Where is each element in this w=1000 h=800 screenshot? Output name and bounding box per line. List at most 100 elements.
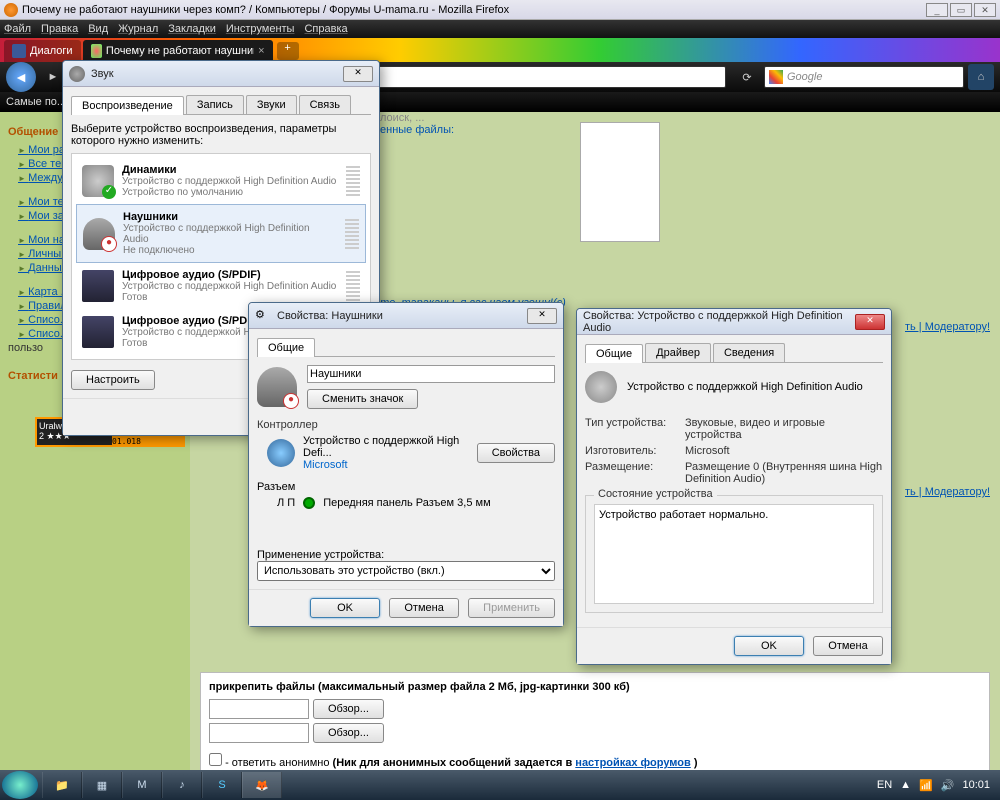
hp-titlebar[interactable]: ⚙ Свойства: Наушники ✕	[249, 303, 563, 329]
tab-general[interactable]: Общие	[585, 344, 643, 363]
file-input[interactable]	[209, 723, 309, 743]
tab-dialogs[interactable]: Диалоги	[4, 40, 81, 62]
menu-file[interactable]: Файл	[4, 23, 31, 35]
controller-vendor-link[interactable]: Microsoft	[303, 459, 469, 471]
menu-bookmarks[interactable]: Закладки	[168, 23, 216, 35]
dialog-title: Свойства: Устройство с поддержкой High D…	[583, 310, 855, 334]
change-icon-button[interactable]: Сменить значок	[307, 389, 418, 409]
tray-clock[interactable]: 10:01	[962, 779, 990, 791]
forum-settings-link[interactable]: настройках форумов	[575, 757, 690, 769]
tray-flag-icon[interactable]: ▲	[900, 779, 911, 791]
usage-label: Применение устройства:	[257, 549, 555, 561]
search-bar[interactable]: Google	[764, 66, 964, 88]
post-mod-links: ть | Модератору!	[899, 321, 990, 333]
jack-label: Передняя панель Разъем 3,5 мм	[323, 497, 490, 509]
dev-status: Устройство по умолчанию	[122, 187, 338, 198]
ok-button[interactable]: OK	[734, 636, 804, 656]
start-button[interactable]	[2, 771, 38, 799]
close-window-button[interactable]: ✕	[974, 3, 996, 17]
firefox-menubar[interactable]: Файл Правка Вид Журнал Закладки Инструме…	[0, 20, 1000, 38]
menu-history[interactable]: Журнал	[118, 23, 158, 35]
ok-button[interactable]: OK	[310, 598, 380, 618]
speaker-icon	[82, 165, 114, 197]
taskbar-skype[interactable]: S	[202, 772, 242, 798]
search-hint: лоиск, ...	[380, 112, 990, 124]
tab-details[interactable]: Сведения	[713, 343, 785, 362]
tab-umama[interactable]: Почему не работают наушники че... ×	[83, 40, 273, 62]
close-button[interactable]: ✕	[527, 308, 557, 324]
connector-label: Разъем	[257, 481, 555, 493]
loc-label: Размещение:	[585, 461, 685, 485]
device-speakers[interactable]: Динамики Устройство с поддержкой High De…	[76, 158, 366, 204]
dialog-title: Свойства: Наушники	[277, 310, 527, 322]
tab-driver[interactable]: Драйвер	[645, 343, 711, 362]
windows-taskbar: 📁 ▦ M ♪ S 🦊 EN ▲ 📶 🔊 10:01	[0, 770, 1000, 800]
controller-icon	[267, 439, 295, 467]
tray-network-icon[interactable]: 📶	[919, 779, 933, 792]
props-icon: ⚙	[255, 308, 271, 324]
sound-titlebar[interactable]: Звук ✕	[63, 61, 379, 87]
minimize-button[interactable]: _	[926, 3, 948, 17]
controller-label: Контроллер	[257, 419, 555, 431]
cancel-button[interactable]: Отмена	[813, 636, 883, 656]
device-icon	[585, 371, 617, 403]
controller-name: Устройство с поддержкой High Defi...	[303, 435, 469, 459]
type-value: Звуковые, видео и игровые устройства	[685, 417, 883, 441]
menu-view[interactable]: Вид	[88, 23, 108, 35]
attach-area: прикрепить файлы (максимальный размер фа…	[200, 672, 990, 770]
dev-name: Цифровое аудио (S/PDIF)	[122, 269, 261, 281]
tray-volume-icon[interactable]: 🔊	[941, 779, 955, 792]
taskbar-app[interactable]: M	[122, 772, 162, 798]
new-tab-button[interactable]: +	[277, 42, 299, 60]
taskbar-app[interactable]: ▦	[82, 772, 122, 798]
tray-lang[interactable]: EN	[877, 779, 892, 791]
mod-link[interactable]: ть | Модератору!	[905, 486, 990, 498]
browse-button[interactable]: Обзор...	[313, 723, 384, 743]
tab-label: Почему не работают наушники че...	[106, 45, 254, 57]
taskbar-explorer[interactable]: 📁	[42, 772, 82, 798]
menu-help[interactable]: Справка	[304, 23, 347, 35]
back-button[interactable]: ◄	[6, 62, 36, 92]
attachment-thumbnail[interactable]	[580, 122, 660, 242]
home-button[interactable]: ⌂	[968, 64, 994, 90]
cancel-button[interactable]: Отмена	[389, 598, 459, 618]
attached-label: енные файлы:	[380, 124, 990, 136]
tab-playback[interactable]: Воспроизведение	[71, 96, 184, 115]
reload-button[interactable]: ⟳	[734, 64, 760, 90]
anon-checkbox[interactable]	[209, 753, 222, 766]
dev-desc: Устройство с поддержкой High Definition …	[122, 176, 338, 187]
taskbar-firefox[interactable]: 🦊	[242, 772, 282, 798]
menu-tools[interactable]: Инструменты	[226, 23, 295, 35]
spdif-icon	[82, 316, 114, 348]
device-name-input[interactable]	[307, 365, 555, 383]
menu-edit[interactable]: Правка	[41, 23, 78, 35]
tab-general[interactable]: Общие	[257, 338, 315, 357]
configure-button[interactable]: Настроить	[71, 370, 155, 390]
browse-button[interactable]: Обзор...	[313, 699, 384, 719]
dev-status: Не подключено	[123, 245, 337, 256]
device-headphones[interactable]: Наушники Устройство с поддержкой High De…	[76, 204, 366, 263]
usage-select[interactable]: Использовать это устройство (вкл.)	[257, 561, 555, 581]
tab-comm[interactable]: Связь	[299, 95, 351, 114]
tab-sounds[interactable]: Звуки	[246, 95, 297, 114]
tab-record[interactable]: Запись	[186, 95, 244, 114]
close-button[interactable]: ✕	[343, 66, 373, 82]
close-tab-icon[interactable]: ×	[258, 45, 264, 57]
dev-name: Наушники	[123, 211, 178, 223]
mfg-value: Microsoft	[685, 445, 883, 457]
firefox-titlebar: Почему не работают наушники через комп? …	[0, 0, 1000, 20]
maximize-button[interactable]: ▭	[950, 3, 972, 17]
taskbar-app[interactable]: ♪	[162, 772, 202, 798]
close-button[interactable]: ✕	[855, 314, 885, 330]
apply-button[interactable]: Применить	[468, 598, 555, 618]
file-input[interactable]	[209, 699, 309, 719]
instruction-text: Выберите устройство воспроизведения, пар…	[71, 123, 371, 147]
mod-link[interactable]: ть | Модератору!	[905, 321, 990, 333]
hd-titlebar[interactable]: Свойства: Устройство с поддержкой High D…	[577, 309, 891, 335]
bookmarks-most[interactable]: Самые по...	[6, 96, 66, 108]
dialog-title: Звук	[91, 68, 343, 80]
controller-props-button[interactable]: Свойства	[477, 443, 555, 463]
system-tray[interactable]: EN ▲ 📶 🔊 10:01	[877, 779, 998, 792]
device-name: Устройство с поддержкой High Definition …	[627, 381, 863, 393]
status-textarea[interactable]: Устройство работает нормально.	[594, 504, 874, 604]
